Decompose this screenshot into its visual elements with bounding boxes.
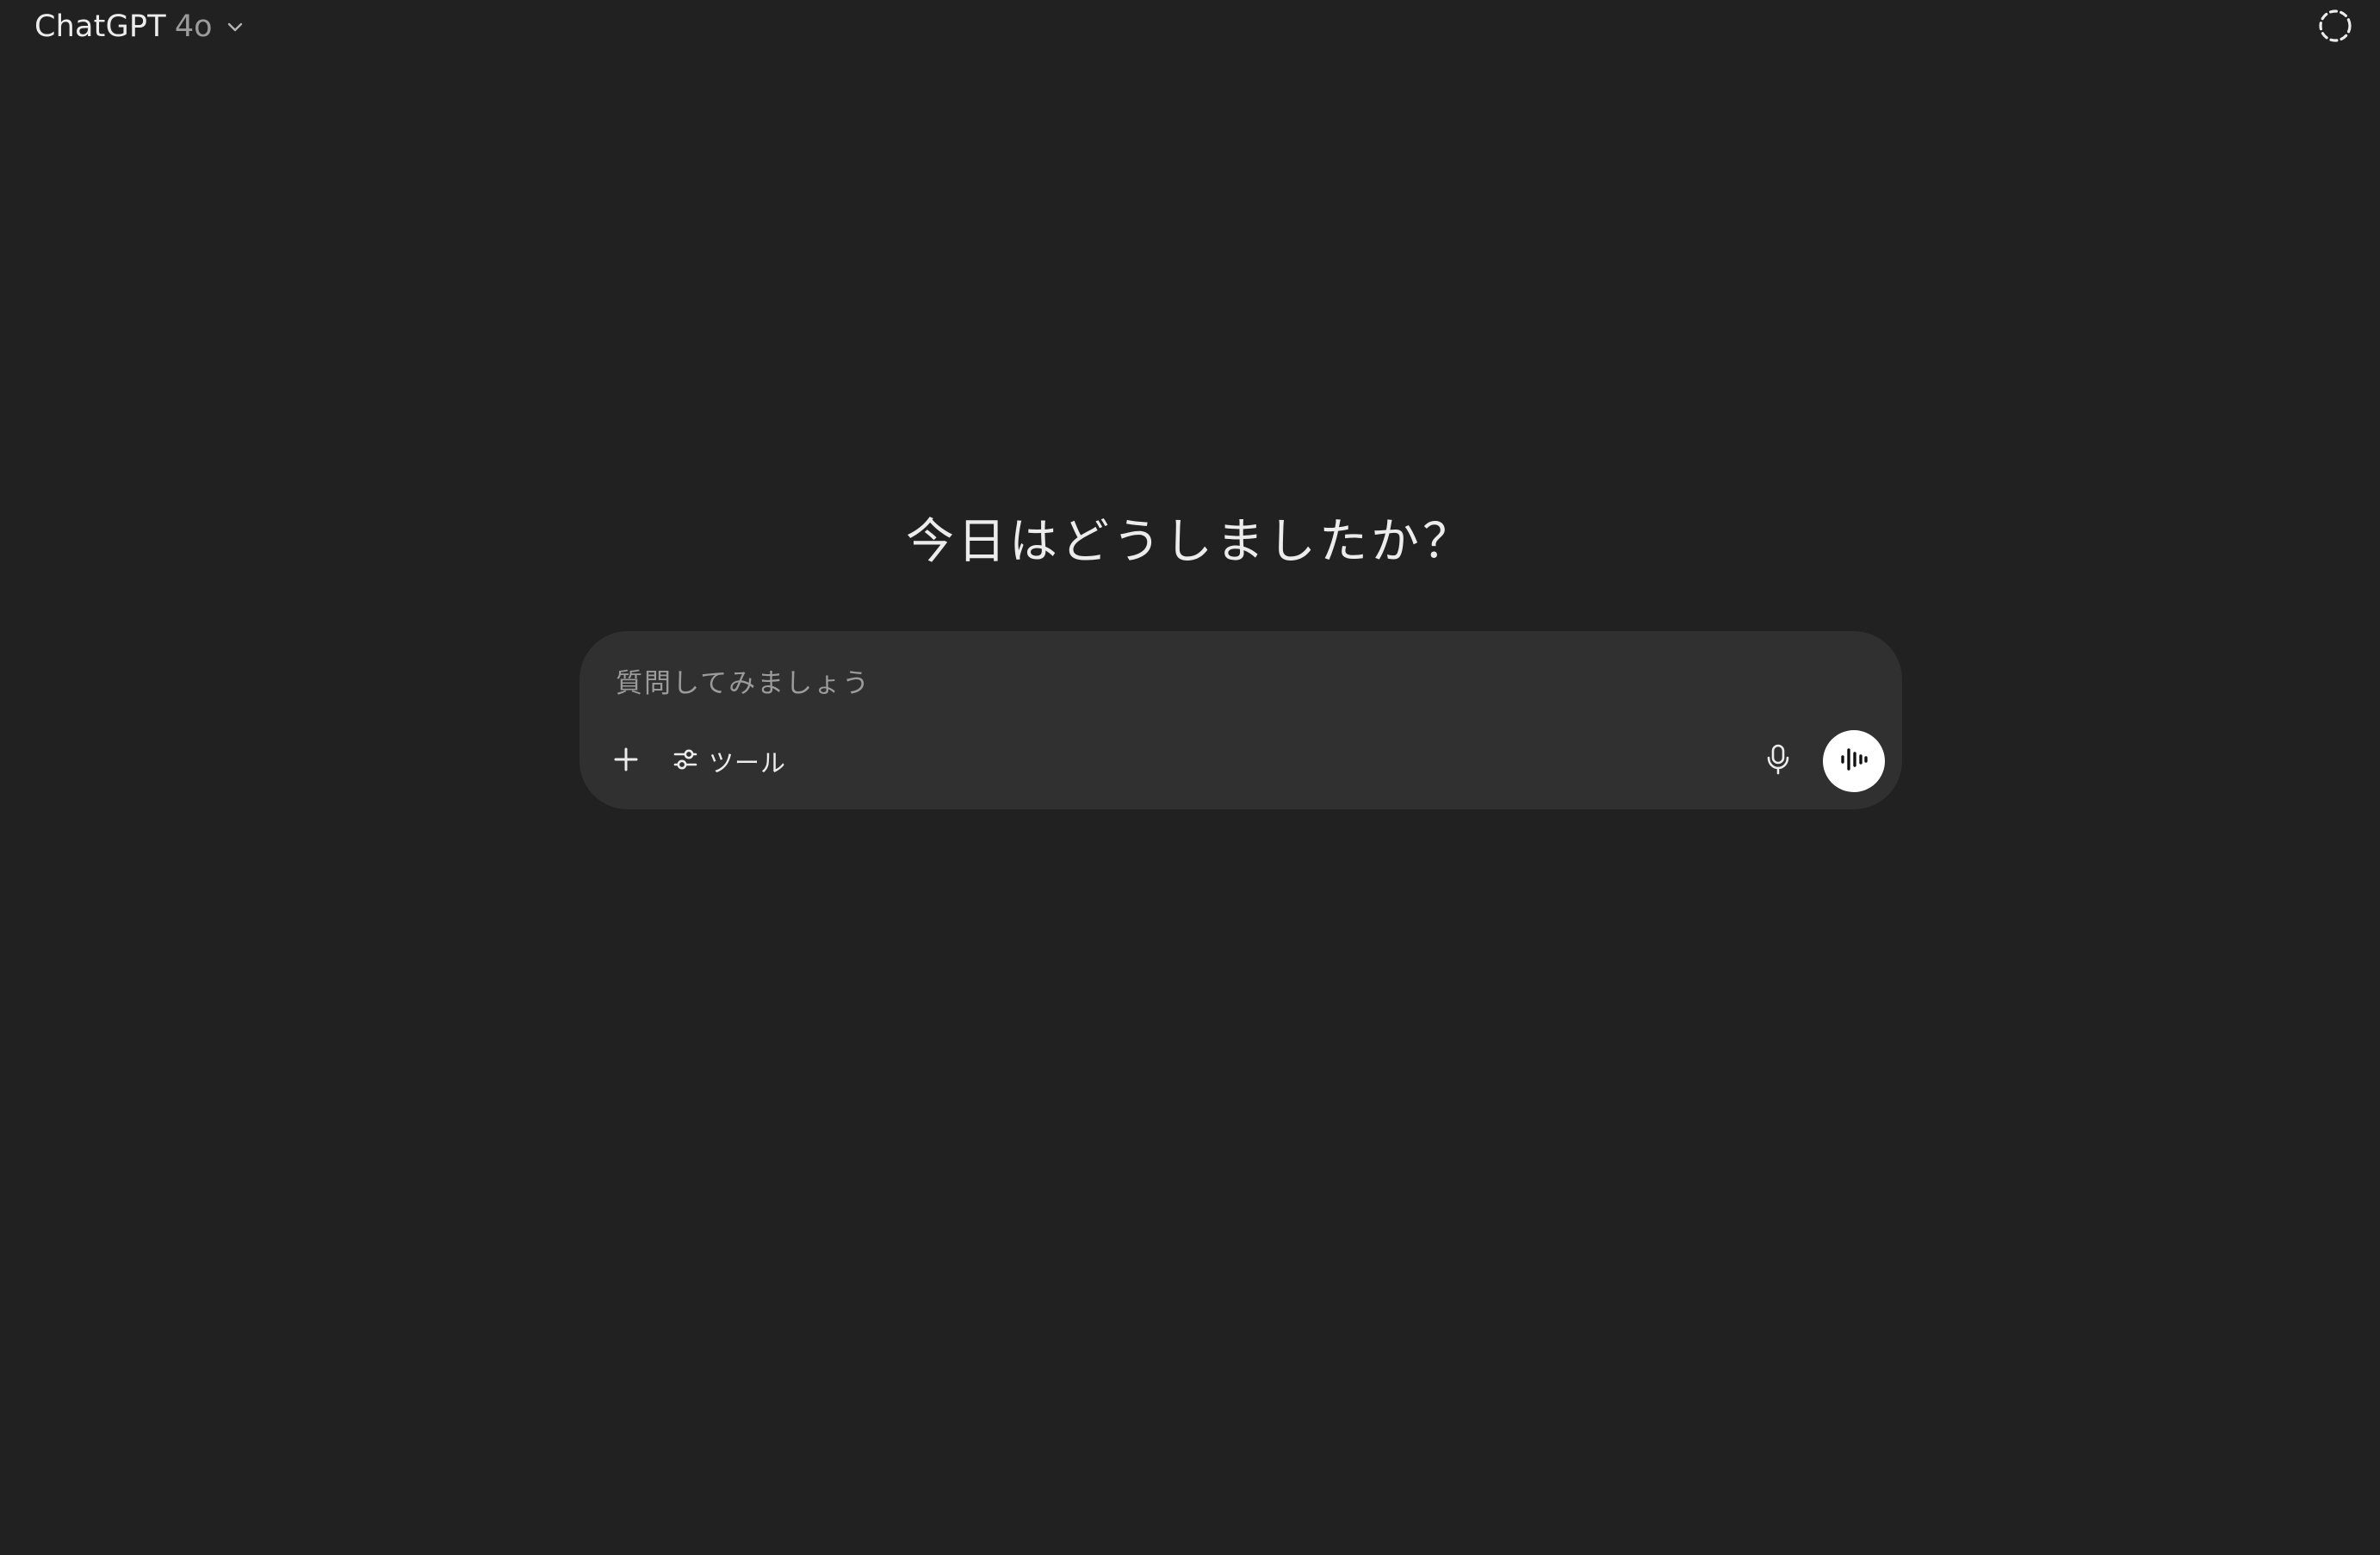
sliders-icon (672, 747, 698, 776)
chat-page: ChatGPT 4o 今日はどうしましたか？ 質問してみましょう ツール (0, 0, 2380, 1555)
voice-mode-button[interactable] (1823, 730, 1885, 792)
dashed-circle-icon (2317, 8, 2353, 47)
composer-toolbar: ツール (598, 730, 1885, 792)
greeting-heading: 今日はどうしましたか？ (906, 514, 1474, 570)
composer-toolbar-left: ツール (598, 734, 796, 789)
dictate-button[interactable] (1751, 734, 1806, 789)
plus-icon (611, 745, 641, 778)
composer: ツール (580, 631, 1902, 809)
add-attachment-button[interactable] (598, 734, 654, 789)
composer-toolbar-right (1751, 730, 1885, 792)
tools-button[interactable]: ツール (662, 734, 796, 789)
prompt-input[interactable] (616, 662, 1856, 705)
voice-waveform-icon (1839, 747, 1869, 776)
chevron-down-icon (223, 15, 247, 39)
microphone-icon (1764, 744, 1792, 778)
temporary-chat-button[interactable] (2311, 3, 2359, 52)
model-version: 4o (174, 9, 213, 44)
model-name: ChatGPT (34, 9, 166, 44)
model-switcher[interactable]: ChatGPT 4o (22, 0, 259, 53)
tools-label: ツール (709, 748, 787, 778)
